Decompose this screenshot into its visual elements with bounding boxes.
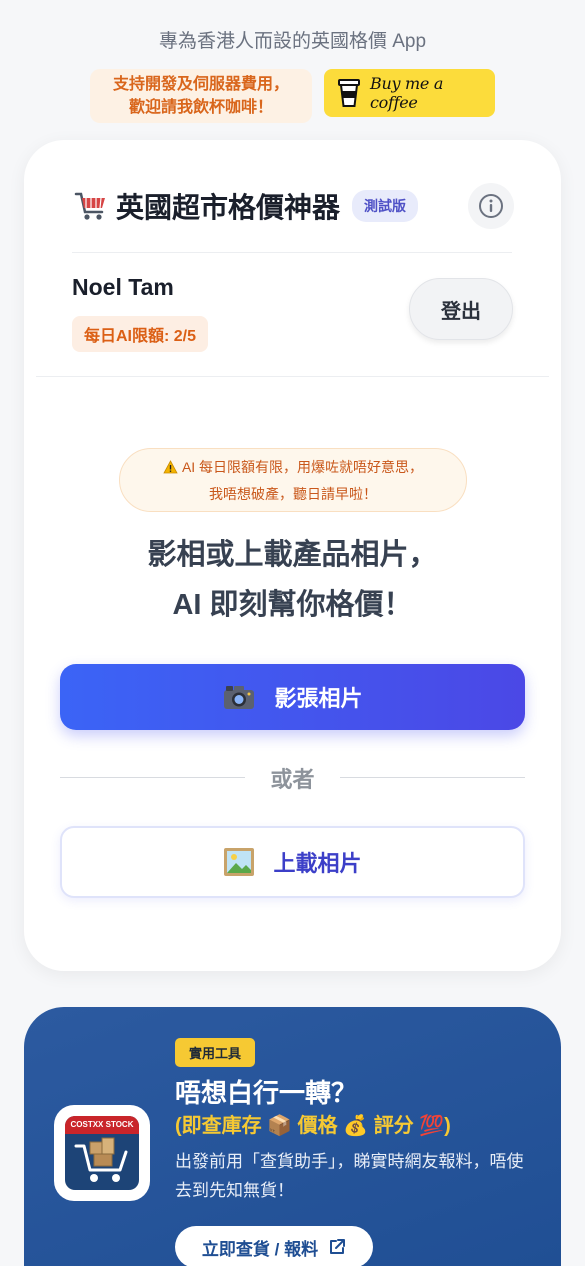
or-separator: 或者: [60, 762, 525, 792]
headline-line-2: AI 即刻幫你格價！: [172, 589, 413, 621]
app-title: 英國超市格價神器: [116, 192, 341, 223]
title-divider: [72, 252, 512, 253]
main-card: 英國超市格價神器 測試版 Noel Tam 每日AI限額: 2/5 登出 AI …: [24, 140, 561, 971]
app-icon[interactable]: COSTXX STOCK: [54, 1105, 150, 1201]
promo-description: 出發前用「查貨助手」，睇實時網友報料，唔使去到先知無貨！: [175, 1152, 524, 1200]
info-icon: [479, 194, 503, 218]
coffee-cup-icon: [338, 78, 360, 108]
promo-title: 唔想白行一轉？: [175, 1078, 358, 1108]
or-line-right: [340, 777, 525, 778]
info-button[interactable]: [468, 183, 514, 229]
support-note: 支持開發及伺服器費用， 歡迎請我飲杯咖啡！: [90, 69, 312, 123]
tagline: 專為香港人而設的英國格價 App: [158, 31, 427, 52]
user-name: Noel Tam: [72, 274, 174, 300]
check-stock-label: 立即查貨 / 報料: [201, 1239, 319, 1259]
camera-icon: [222, 683, 256, 711]
take-photo-label: 影張相片: [274, 686, 363, 711]
upload-photo-label: 上載相片: [273, 851, 362, 876]
support-line-1: 支持開發及伺服器費用，: [112, 76, 289, 93]
ai-quota-badge: 每日AI限額: 2/5: [72, 316, 209, 352]
quota-warning: AI 每日限額有限，用爆咗就唔好意思， 我唔想破產，聽日請早啦！: [119, 448, 467, 512]
upload-photo-button[interactable]: 上載相片: [60, 826, 525, 898]
user-divider: [36, 376, 549, 377]
warning-line-2: 我唔想破產，聽日請早啦！: [209, 486, 377, 502]
check-stock-button[interactable]: 立即查貨 / 報料: [175, 1226, 373, 1266]
headline: 影相或上載產品相片， AI 即刻幫你格價！: [24, 530, 561, 630]
take-photo-button[interactable]: 影張相片: [60, 664, 525, 730]
buy-me-a-coffee-button[interactable]: Buy me a coffee: [324, 69, 495, 117]
or-label: 或者: [270, 767, 315, 792]
tool-badge: 實用工具: [175, 1038, 256, 1067]
support-line-2: 歡迎請我飲杯咖啡！: [128, 99, 273, 116]
shopping-cart-icon: [74, 190, 108, 222]
beta-badge: 測試版: [352, 190, 419, 222]
warning-icon: [163, 457, 178, 482]
coffee-label: Buy me a coffee: [370, 74, 444, 112]
promo-subtitle: (即查庫存 📦 價格 💰 評分 💯): [175, 1115, 451, 1137]
headline-line-1: 影相或上載產品相片，: [147, 539, 438, 571]
external-link-icon: [328, 1238, 346, 1256]
picture-icon: [223, 847, 255, 877]
app-title-row: 英國超市格價神器 測試版: [74, 186, 419, 226]
warning-line-1: AI 每日限額有限，用爆咗就唔好意思，: [181, 459, 424, 475]
logout-button[interactable]: 登出: [409, 278, 513, 340]
cart-boxes-icon: [74, 1137, 128, 1182]
costxx-stock-logo: COSTXX STOCK: [65, 1116, 139, 1190]
promo-card[interactable]: COSTXX STOCK 實用工具 唔想白行一轉？ (即查庫存 📦 價格 💰 評…: [24, 1007, 561, 1266]
